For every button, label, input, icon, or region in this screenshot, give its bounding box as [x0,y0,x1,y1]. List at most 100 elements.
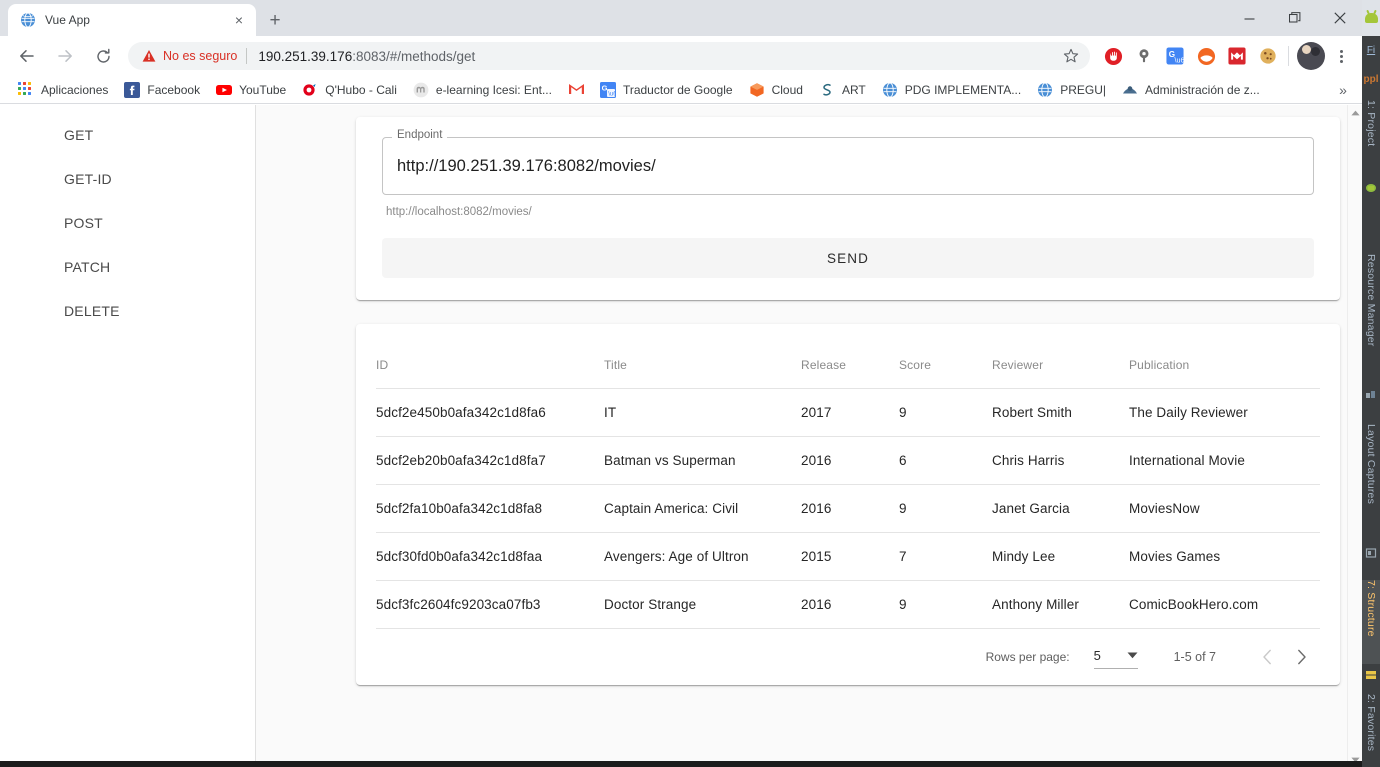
taskbar-strip [0,761,1362,767]
endpoint-input[interactable]: Endpoint http://190.251.39.176:8082/movi… [382,129,1314,195]
tool-window-project[interactable]: 1: Project [1362,100,1380,176]
maximize-icon[interactable] [1272,0,1317,36]
close-icon[interactable]: × [230,11,248,29]
tool-window-resource-manager[interactable]: Resource Manager [1362,254,1380,382]
chevron-right-icon[interactable] [1284,640,1318,674]
android-studio-menubar[interactable]: Fi [1362,36,1380,64]
rows-per-page-label: Rows per page: [985,650,1070,664]
mega-extension-icon[interactable] [1223,42,1251,70]
rows-per-page-value: 5 [1093,647,1101,663]
endpoint-field-value: http://190.251.39.176:8082/movies/ [397,156,656,175]
bookmark-youtube[interactable]: YouTube [208,78,294,102]
cloud-box-icon [749,82,765,98]
column-header-id[interactable]: ID [376,344,604,389]
bookmark-cloud[interactable]: Cloud [741,78,811,102]
rows-per-page-select[interactable]: 5 [1093,646,1138,669]
bookmark-elearning-icesi[interactable]: e-learning Icesi: Ent... [405,78,560,102]
sidebar-item-post[interactable]: POST [0,201,255,245]
bookmark-traductor-de-google[interactable]: G\u6587 Traductor de Google [592,78,741,102]
url-path: :8083/#/methods/get [352,48,476,64]
column-header-score[interactable]: Score [899,344,992,389]
three-dot-menu-icon[interactable] [1328,42,1354,70]
bookmarks-overflow-button[interactable]: » [1332,79,1354,101]
globe-icon [1037,82,1053,98]
table-header-row: ID Title Release Score Reviewer Publicat… [376,344,1320,389]
address-bar[interactable]: No es seguro 190.251.39.176:8083/#/metho… [128,42,1090,70]
bookmark-pregu[interactable]: PREGU| [1029,78,1114,102]
bookmark-facebook[interactable]: Facebook [116,78,208,102]
android-studio-toolbar[interactable]: ppl [1362,64,1380,94]
svg-text:\u6587: \u6587 [1175,55,1184,64]
cell-reviewer: Robert Smith [992,388,1129,437]
cell-release: 2016 [801,436,899,485]
qhubo-icon [302,82,318,98]
honey-extension-icon[interactable] [1192,42,1220,70]
bookmark-label: Q'Hubo - Cali [325,82,397,97]
bookmark-aplicaciones[interactable]: Aplicaciones [10,78,116,102]
browser-tab[interactable]: Vue App × [8,4,256,36]
window-controls [1227,0,1362,36]
sidebar-item-get-id[interactable]: GET-ID [0,157,255,201]
bookmark-label: e-learning Icesi: Ent... [435,82,552,97]
sidebar-item-label: POST [64,215,103,231]
sidebar-item-get[interactable]: GET [0,113,255,157]
column-header-reviewer[interactable]: Reviewer [992,344,1129,389]
resource-manager-icon [1365,388,1377,400]
send-button[interactable]: SEND [382,238,1314,278]
cell-publication: MoviesNow [1129,484,1320,533]
tool-window-structure[interactable]: 7: Structure [1362,580,1380,664]
sidebar-item-label: GET [64,127,94,143]
column-header-release[interactable]: Release [801,344,899,389]
bookmark-gmail[interactable] [560,78,592,102]
cell-score: 6 [899,436,992,485]
bookmark-pdg-implementa[interactable]: PDG IMPLEMENTA... [874,78,1029,102]
close-icon[interactable] [1317,0,1362,36]
adblock-extension-icon[interactable] [1099,42,1127,70]
background-app-android-studio[interactable]: Fi ppl 1: Project Resource Manager Layou… [1362,0,1380,767]
cell-publication: ComicBookHero.com [1129,580,1320,629]
address-bar-url: 190.251.39.176:8083/#/methods/get [258,49,1058,64]
minimize-icon[interactable] [1227,0,1272,36]
cell-title: Doctor Strange [604,580,801,629]
table-row[interactable]: 5dcf2eb20b0afa342c1d8fa7 Batman vs Super… [376,436,1320,485]
star-icon[interactable] [1058,43,1084,69]
sidebar-item-patch[interactable]: PATCH [0,245,255,289]
bookmark-art[interactable]: ART [811,78,874,102]
new-tab-button[interactable]: + [262,7,288,33]
bookmark-label: Traductor de Google [622,82,733,97]
table-row[interactable]: 5dcf3fc2604fc9203ca07fb3 Doctor Strange … [376,580,1320,629]
forward-arrow-icon[interactable] [51,42,79,70]
column-header-title[interactable]: Title [604,344,801,389]
column-header-publication[interactable]: Publication [1129,344,1320,389]
bookmark-administracion-de-z[interactable]: Administración de z... [1114,78,1268,102]
tool-window-favorites[interactable]: 2: Favorites [1362,694,1380,767]
globe-icon [20,12,36,28]
page-scrollbar[interactable] [1347,105,1362,767]
globe-icon [882,82,898,98]
back-arrow-icon[interactable] [13,42,41,70]
bookmarks-bar: Aplicaciones Facebook YouTube Q'Hubo - C… [0,76,1362,104]
cell-reviewer: Janet Garcia [992,484,1129,533]
bookmark-qhubo[interactable]: Q'Hubo - Cali [294,78,405,102]
google-translate-extension-icon[interactable]: G\u6587 [1161,42,1189,70]
bookmark-label: ART [841,82,866,97]
reload-icon[interactable] [89,42,117,70]
lastpass-extension-icon[interactable] [1130,42,1158,70]
cell-id: 5dcf3fc2604fc9203ca07fb3 [376,580,604,629]
table-row[interactable]: 5dcf30fd0b0afa342c1d8faa Avengers: Age o… [376,532,1320,581]
android-icon [1365,180,1377,192]
table-row[interactable]: 5dcf2e450b0afa342c1d8fa6 IT 2017 9 Rober… [376,388,1320,437]
warning-triangle-icon [142,49,156,63]
tab-title: Vue App [45,13,90,27]
cell-score: 9 [899,580,992,629]
user-avatar[interactable] [1297,42,1325,70]
table-row[interactable]: 5dcf2fa10b0afa342c1d8fa8 Captain America… [376,484,1320,533]
tool-window-layout-captures[interactable]: Layout Captures [1362,424,1380,540]
cell-title: Avengers: Age of Ultron [604,532,801,581]
sidebar-item-delete[interactable]: DELETE [0,289,255,333]
scroll-up-arrow-icon[interactable] [1348,105,1363,120]
cookie-extension-icon[interactable] [1254,42,1282,70]
url-host: 190.251.39.176 [258,48,353,64]
tab-strip: Vue App × + [0,0,1362,36]
chevron-left-icon[interactable] [1250,640,1284,674]
